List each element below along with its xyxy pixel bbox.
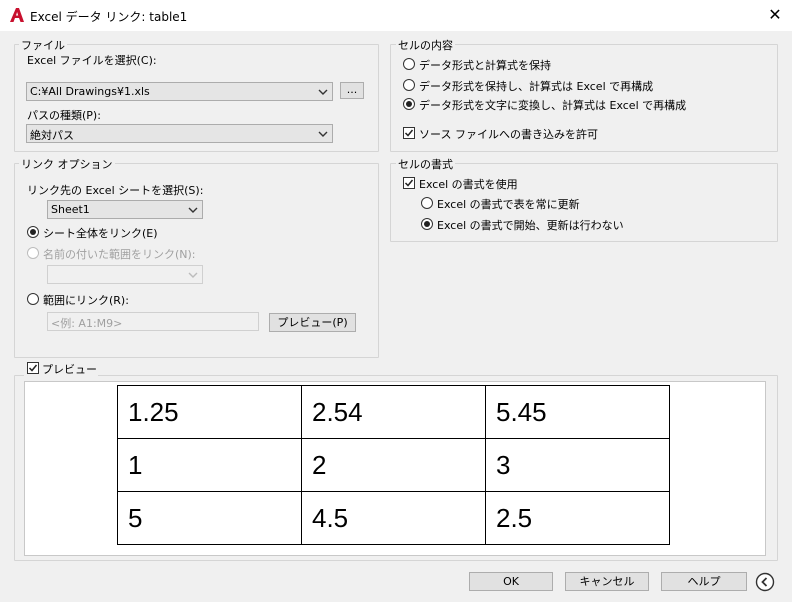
table-cell: 2.5 [485, 491, 670, 545]
table-cell: 5 [117, 491, 302, 545]
checkmark-icon [404, 129, 414, 137]
link-named-range-radio[interactable] [27, 247, 39, 259]
table-row: 1 2 3 [117, 438, 670, 492]
radio-dot [406, 101, 412, 107]
ok-button[interactable]: OK [469, 572, 553, 591]
convert-text-rebuild-label: データ形式を文字に変換し、計算式は Excel で再構成 [419, 99, 687, 112]
named-range-combo[interactable] [47, 265, 203, 284]
cell-contents-label: セルの内容 [396, 37, 455, 53]
start-no-update-radio[interactable] [421, 218, 433, 230]
file-group-label: ファイル [19, 37, 67, 53]
chevron-down-icon [188, 207, 198, 213]
radio-dot [424, 221, 430, 227]
cell-format-label: セルの書式 [396, 156, 455, 172]
table-cell: 5.45 [485, 385, 670, 439]
help-button-label: ヘルプ [687, 575, 721, 588]
link-entire-sheet-label: シート全体をリンク(E) [43, 227, 158, 240]
window-title: Excel データ リンク: table1 [30, 10, 188, 24]
preview-table: 1.25 2.54 5.45 1 2 3 5 4.5 2.5 [117, 385, 670, 545]
range-placeholder: <例: A1:M9> [51, 317, 123, 330]
link-options-label: リンク オプション [19, 156, 115, 172]
preview-button[interactable]: プレビュー(P) [269, 313, 356, 332]
keep-format-formula-radio[interactable] [403, 58, 415, 70]
link-entire-sheet-radio[interactable] [27, 226, 39, 238]
path-type-combo[interactable]: 絶対パス [26, 124, 333, 143]
help-button[interactable]: ヘルプ [661, 572, 747, 591]
always-update-label: Excel の書式で表を常に更新 [437, 198, 580, 211]
table-cell: 1.25 [117, 385, 302, 439]
use-excel-format-checkbox[interactable] [403, 177, 415, 189]
sheet-combo[interactable]: Sheet1 [47, 200, 203, 219]
collapse-chevron-left-icon[interactable] [755, 572, 775, 592]
link-named-range-label: 名前の付いた範囲をリンク(N): [43, 248, 196, 261]
start-no-update-label: Excel の書式で開始、更新は行わない [437, 219, 624, 232]
chevron-down-icon [188, 272, 198, 278]
preview-label: プレビュー [42, 363, 97, 376]
cancel-button[interactable]: キャンセル [565, 572, 649, 591]
link-range-radio[interactable] [27, 293, 39, 305]
cancel-button-label: キャンセル [579, 575, 635, 588]
excel-file-select-label: Excel ファイルを選択(C): [27, 54, 157, 67]
browse-button-label: ... [346, 83, 358, 96]
checkmark-icon [28, 364, 38, 372]
checkmark-icon [404, 179, 414, 187]
path-type-label: パスの種類(P): [27, 109, 101, 122]
convert-text-rebuild-radio[interactable] [403, 98, 415, 110]
path-type-value: 絶対パス [30, 129, 74, 142]
excel-file-combo[interactable]: C:¥All Drawings¥1.xls [26, 82, 333, 101]
preview-button-label: プレビュー(P) [277, 316, 348, 329]
table-cell: 2 [301, 438, 486, 492]
table-cell: 2.54 [301, 385, 486, 439]
chevron-down-icon [318, 131, 328, 137]
keep-format-rebuild-label: データ形式を保持し、計算式は Excel で再構成 [419, 80, 654, 93]
chevron-down-icon [318, 89, 328, 95]
table-row: 1.25 2.54 5.45 [117, 385, 670, 439]
autocad-app-icon [10, 8, 24, 22]
table-cell: 3 [485, 438, 670, 492]
radio-dot [30, 229, 36, 235]
link-range-label: 範囲にリンク(R): [43, 294, 129, 307]
keep-format-rebuild-radio[interactable] [403, 79, 415, 91]
close-button[interactable]: ✕ [762, 3, 788, 27]
allow-write-checkbox[interactable] [403, 127, 415, 139]
allow-write-label: ソース ファイルへの書き込みを許可 [419, 128, 598, 141]
excel-file-value: C:¥All Drawings¥1.xls [30, 85, 150, 98]
always-update-radio[interactable] [421, 197, 433, 209]
sheet-value: Sheet1 [51, 203, 90, 216]
table-cell: 1 [117, 438, 302, 492]
sheet-select-label: リンク先の Excel シートを選択(S): [27, 184, 204, 197]
keep-format-formula-label: データ形式と計算式を保持 [419, 59, 551, 72]
table-row: 5 4.5 2.5 [117, 491, 670, 545]
table-cell: 4.5 [301, 491, 486, 545]
ok-button-label: OK [503, 575, 519, 588]
browse-button[interactable]: ... [340, 82, 364, 99]
preview-checkbox[interactable] [27, 362, 39, 374]
range-input[interactable]: <例: A1:M9> [47, 312, 259, 331]
use-excel-format-label: Excel の書式を使用 [419, 178, 518, 191]
